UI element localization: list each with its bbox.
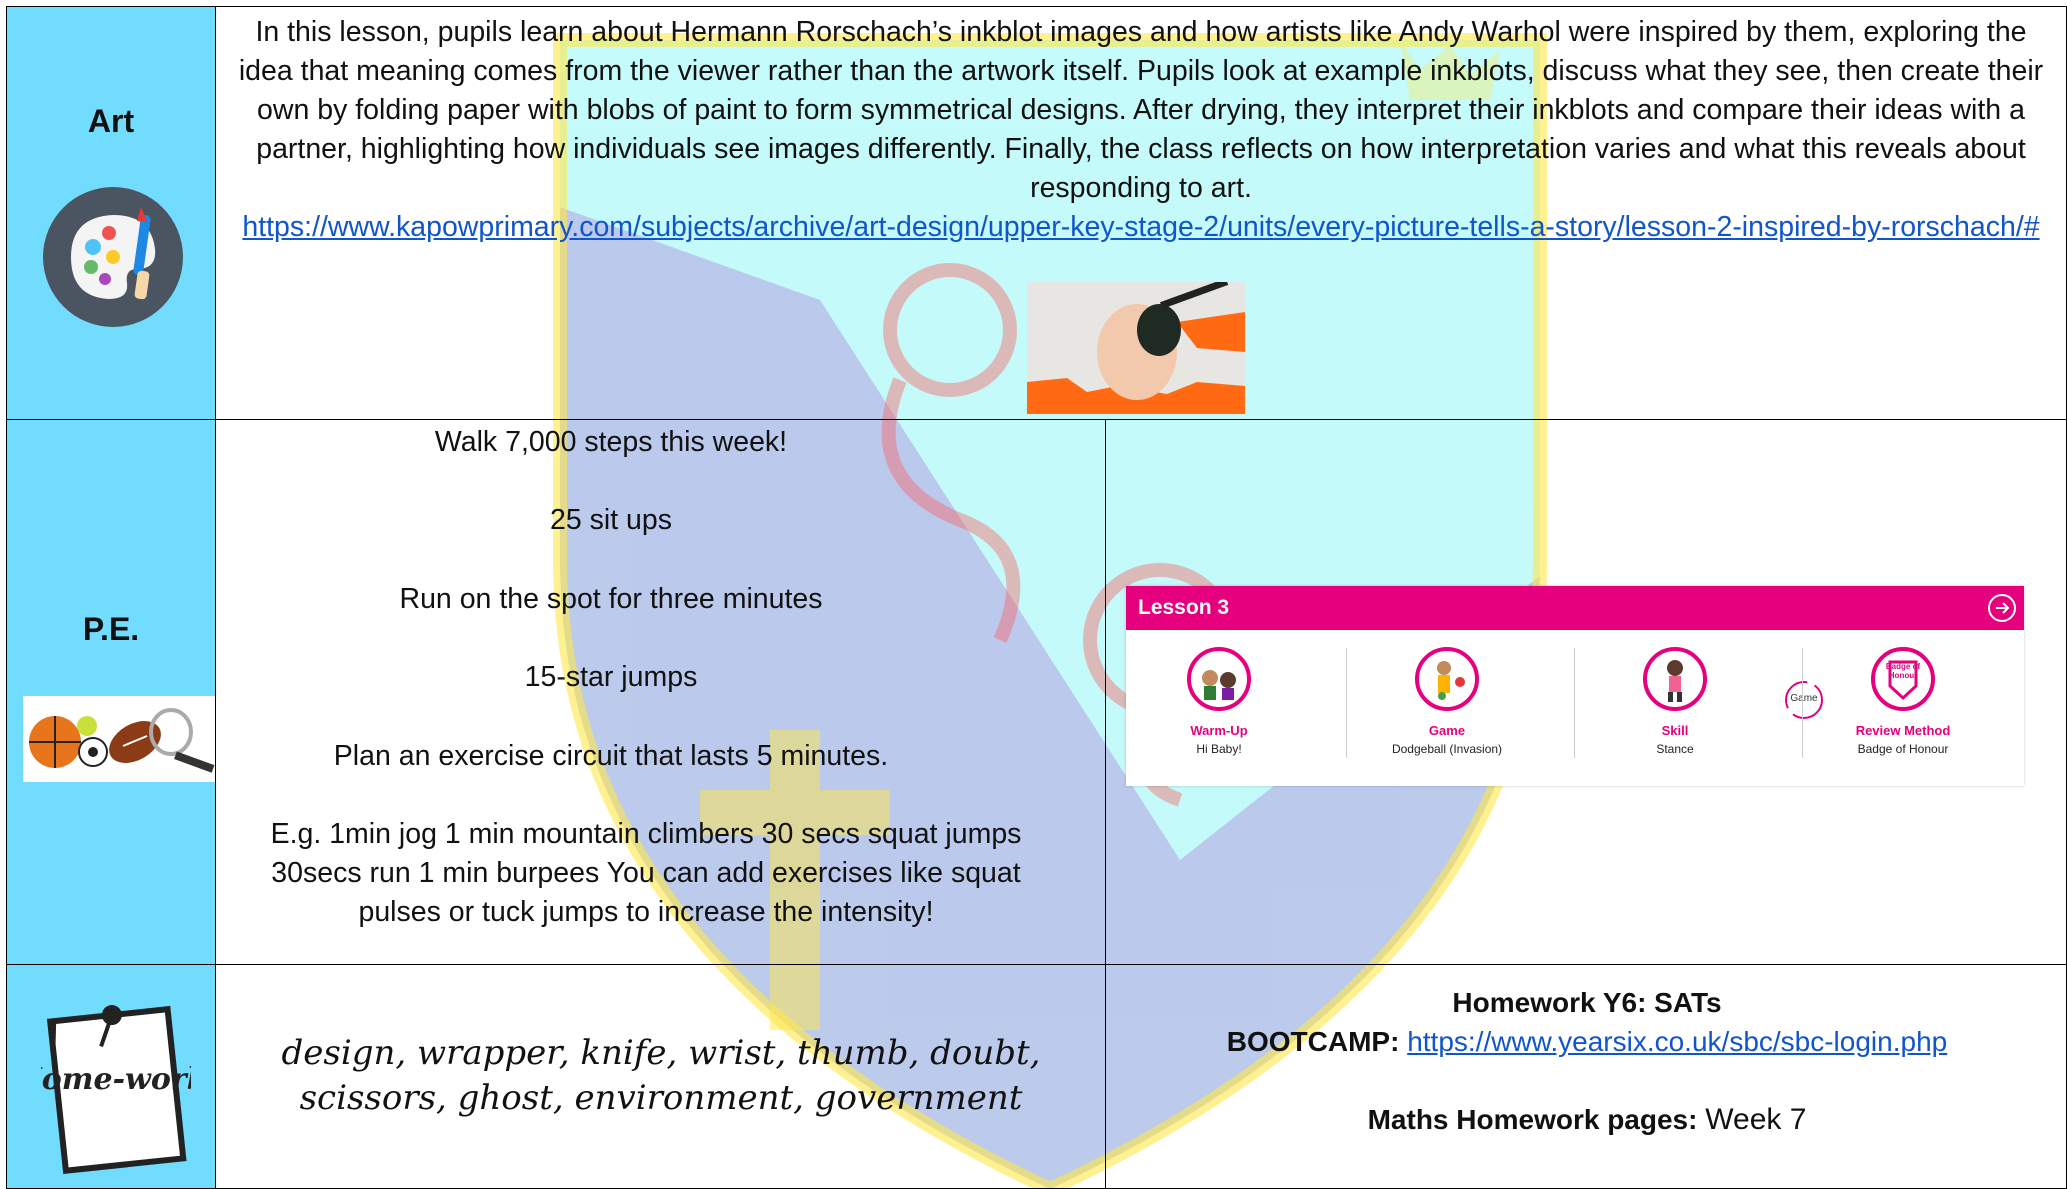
art-label-cell: Art xyxy=(6,6,216,420)
homework-label-cell: Home-work! xyxy=(6,964,216,1189)
homework-icon: Home-work! xyxy=(41,1005,191,1175)
bootcamp-link[interactable]: https://www.yearsix.co.uk/sbc/sbc-login.… xyxy=(1407,1026,1947,1057)
lesson-item-title: Skill xyxy=(1661,723,1689,738)
pe-label-cell: P.E. xyxy=(6,419,217,965)
skill-icon xyxy=(1643,647,1707,711)
warm-up-icon xyxy=(1187,647,1251,711)
maths-homework-label: Maths Homework pages: xyxy=(1367,1104,1698,1135)
homework-info-cell: Homework Y6: SATs BOOTCAMP: https://www.… xyxy=(1105,964,2067,1189)
game-icon xyxy=(1415,647,1479,711)
pe-line-6: E.g. 1min jog 1 min mountain climbers 30… xyxy=(270,818,1022,928)
lesson-item-title: Game xyxy=(1428,723,1466,738)
lesson-item-game[interactable]: Game Dodgeball (Invasion) xyxy=(1362,646,1532,756)
homework-heading: Homework Y6: SATs xyxy=(1452,987,1722,1018)
pe-line-1: Walk 7,000 steps this week! xyxy=(434,426,788,458)
art-label: Art xyxy=(87,103,135,139)
sports-balls-icon xyxy=(23,696,217,782)
lesson-item-warmup[interactable]: Warm-Up Hi Baby! xyxy=(1134,646,1304,756)
pe-line-5: Plan an exercise circuit that lasts 5 mi… xyxy=(333,740,889,772)
spelling-words: design, wrapper, knife, wrist, thumb, do… xyxy=(281,1033,1041,1118)
maths-homework-value: Week 7 xyxy=(1705,1103,1807,1136)
pe-line-2: 25 sit ups xyxy=(550,504,672,536)
art-lesson-thumbnail xyxy=(1027,282,1245,414)
lesson-item-subtitle: Hi Baby! xyxy=(1196,742,1242,756)
lesson-item-skill[interactable]: Skill Stance xyxy=(1590,646,1760,756)
lesson-title: Lesson 3 xyxy=(1138,596,1230,619)
lesson-item-title: Review Method xyxy=(1855,723,1951,738)
art-description: In this lesson, pupils learn about Herma… xyxy=(238,16,2044,204)
badge-text: Badge of Honour xyxy=(1885,662,1921,680)
lesson-item-subtitle: Stance xyxy=(1656,742,1694,756)
pe-line-3: Run on the spot for three minutes xyxy=(399,583,823,615)
homework-icon-text: Home-work! xyxy=(41,1062,191,1097)
art-content-cell: In this lesson, pupils learn about Herma… xyxy=(215,6,2067,420)
lesson-item-subtitle: Badge of Honour xyxy=(1857,742,1949,756)
pe-label: P.E. xyxy=(82,611,140,647)
bootcamp-label: BOOTCAMP: xyxy=(1226,1026,1400,1057)
spellings-cell: design, wrapper, knife, wrist, thumb, do… xyxy=(215,964,1106,1189)
lesson-item-review[interactable]: Badge of Honour Review Method Badge of H… xyxy=(1818,646,1988,756)
pe-lesson-card[interactable]: Lesson 3 Warm-Up Hi Baby! Game Dodgeball… xyxy=(1126,586,2024,786)
lesson-item-title: Warm-Up xyxy=(1190,723,1248,738)
next-arrow-icon[interactable] xyxy=(1986,592,2018,624)
lesson-item-subtitle: Dodgeball (Invasion) xyxy=(1391,742,1503,756)
paint-palette-icon xyxy=(43,187,183,327)
pe-line-4: 15-star jumps xyxy=(524,661,698,693)
art-lesson-link[interactable]: https://www.kapowprimary.com/subjects/ar… xyxy=(242,211,2039,243)
pe-activities-cell: Walk 7,000 steps this week! 25 sit ups R… xyxy=(215,419,1106,965)
